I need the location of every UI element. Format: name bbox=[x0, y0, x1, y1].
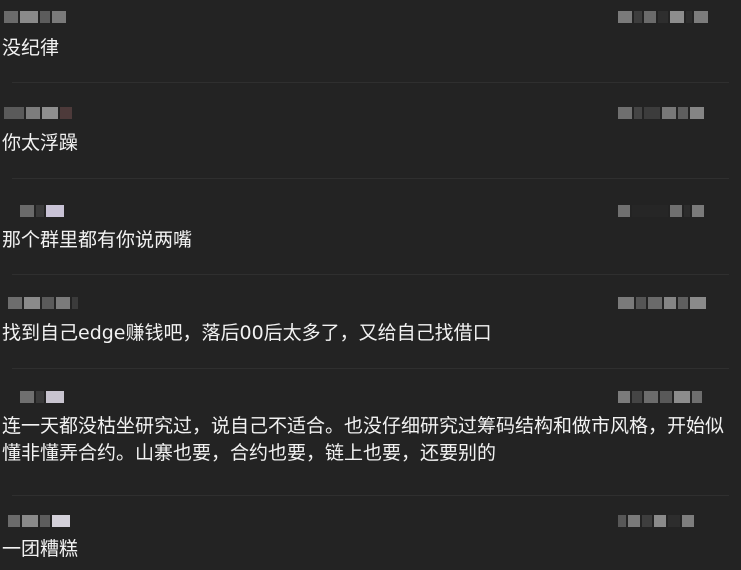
divider bbox=[12, 495, 729, 496]
divider bbox=[12, 368, 729, 369]
blurred-username bbox=[8, 294, 80, 312]
comment-text: 连一天都没枯坐研究过，说自己不适合。也没仔细研究过筹码结构和做市风格，开始似懂非… bbox=[2, 415, 725, 464]
comment-text: 一团糟糕 bbox=[2, 538, 79, 560]
blurred-timestamp bbox=[618, 388, 704, 406]
blurred-timestamp bbox=[618, 8, 710, 26]
blurred-username bbox=[4, 8, 68, 26]
divider bbox=[12, 178, 729, 179]
comment-text: 没纪律 bbox=[2, 37, 60, 59]
blurred-timestamp bbox=[618, 512, 696, 530]
divider bbox=[12, 82, 729, 83]
blurred-username bbox=[20, 388, 66, 406]
blurred-timestamp bbox=[618, 202, 706, 220]
blurred-timestamp bbox=[618, 294, 708, 312]
blurred-username bbox=[8, 512, 72, 530]
blurred-username bbox=[4, 104, 74, 122]
divider bbox=[12, 274, 729, 275]
comment-text: 你太浮躁 bbox=[2, 132, 79, 154]
blurred-timestamp bbox=[618, 104, 706, 122]
comment-text: 找到自己edge赚钱吧，落后00后太多了，又给自己找借口 bbox=[2, 322, 492, 344]
comment-text: 那个群里都有你说两嘴 bbox=[2, 229, 193, 251]
blurred-username bbox=[20, 202, 66, 220]
